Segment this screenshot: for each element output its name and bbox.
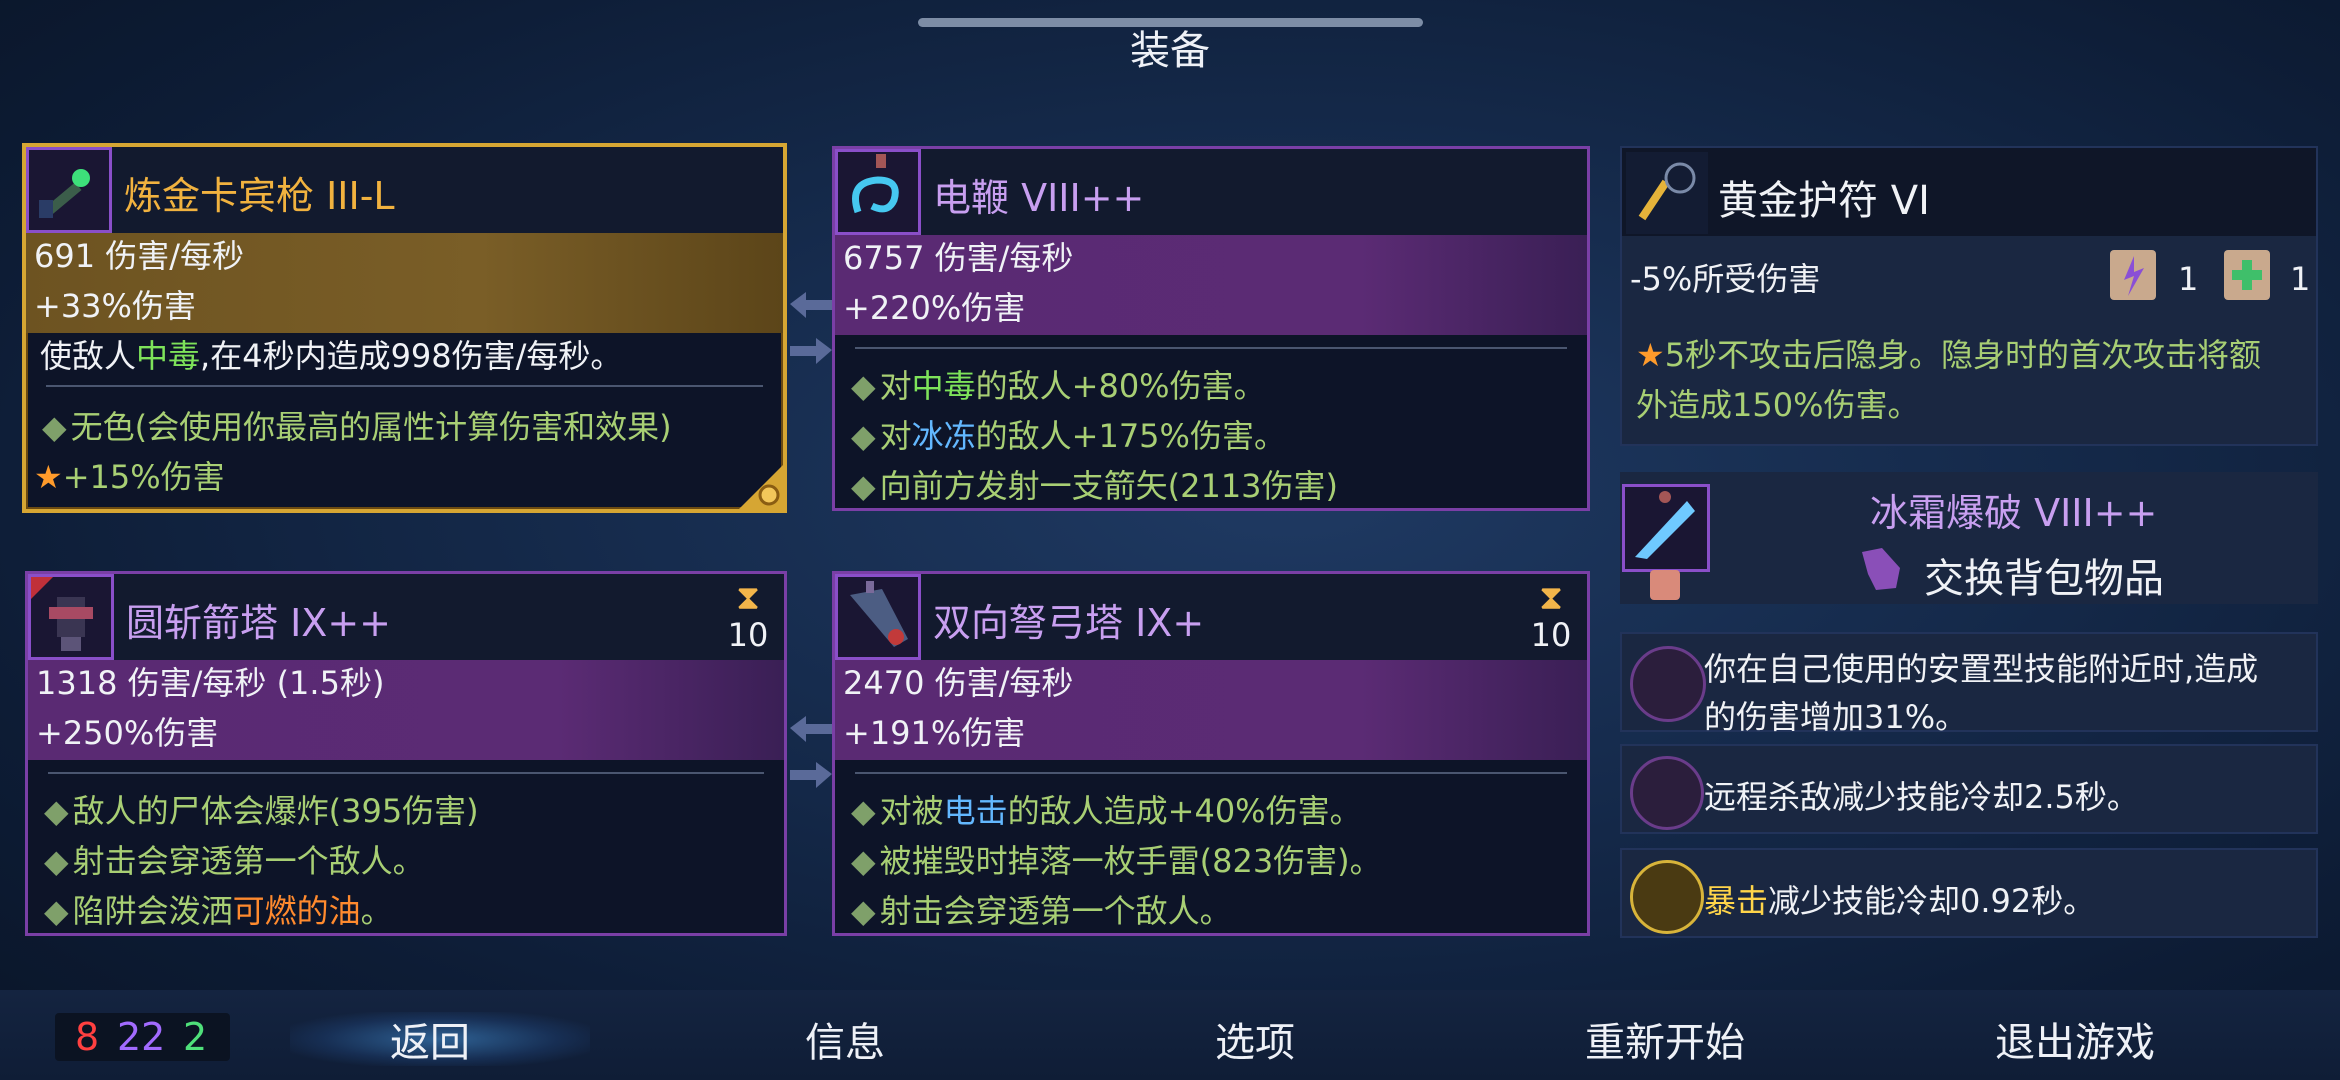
- mutation-slot-3[interactable]: 暴击减少技能冷却0.92秒。: [1620, 848, 2318, 938]
- diamond-icon: ◆: [44, 792, 69, 830]
- mutation-icon: [1630, 860, 1704, 934]
- star-icon: ★: [1636, 336, 1665, 374]
- mutation-icon: [1630, 646, 1706, 722]
- turret-icon: [28, 574, 114, 660]
- skill-card-right[interactable]: 双向弩弓塔 IX+ ⧗ 10 2470 伤害/每秒 +191%伤害 ◆ 对被电击的…: [832, 571, 1590, 936]
- cooldown-indicator: ⧗ 10: [718, 580, 778, 654]
- carbine-icon: [26, 147, 112, 233]
- affix-oil: ◆ 陷阱会泼洒可燃的油。: [44, 892, 393, 930]
- page-title: 装备: [1130, 28, 1210, 74]
- affix-corpse: ◆ 敌人的尸体会爆炸(395伤害): [44, 792, 479, 830]
- quit-button[interactable]: 退出游戏: [1945, 1010, 2205, 1068]
- skill-name: 圆斩箭塔 IX++: [126, 601, 391, 645]
- diamond-icon: ◆: [851, 367, 876, 405]
- divider: [855, 347, 1567, 349]
- damage-bonus: +220%伤害: [843, 289, 1026, 327]
- amulet-desc-line2: 外造成150%伤害。: [1636, 386, 1920, 424]
- divider: [48, 772, 764, 774]
- swap-backpack-button[interactable]: 交换背包物品: [1924, 546, 2164, 604]
- swap-weapons-arrows[interactable]: [788, 288, 834, 368]
- legendary-corner-ornament: [739, 465, 783, 509]
- backpack-icon: [1650, 570, 1680, 600]
- diamond-icon: ◆: [851, 417, 876, 455]
- affix-shock: ◆ 对被电击的敌人造成+40%伤害。: [851, 792, 1362, 830]
- options-button[interactable]: 选项: [1125, 1010, 1385, 1068]
- electric-whip-icon: [835, 149, 921, 235]
- weapon-card-primary[interactable]: 炼金卡宾枪 III-L 691 伤害/每秒 +33%伤害 使敌人中毒,在4秒内造…: [22, 143, 787, 513]
- affix-poison: ◆ 对中毒的敌人+80%伤害。: [851, 367, 1266, 405]
- weapon-card-secondary[interactable]: 电鞭 VIII++ 6757 伤害/每秒 +220%伤害 ◆ 对中毒的敌人+80%…: [832, 146, 1590, 511]
- scroll-counter: 8 22 2: [55, 1013, 230, 1061]
- brutality-count: 8: [75, 1015, 100, 1059]
- amulet-stat: -5%所受伤害: [1630, 260, 1821, 298]
- affix-colorless: ◆ 无色(会使用你最高的属性计算伤害和效果): [42, 408, 672, 446]
- backpack-item-name: 冰霜爆破 VIII++: [1870, 491, 2158, 535]
- mutation-text-line1: 你在自己使用的安置型技能附近时,造成: [1704, 650, 2259, 688]
- backpack-panel[interactable]: 冰霜爆破 VIII++ 交换背包物品: [1620, 472, 2318, 604]
- brutality-scroll-icon: [2104, 244, 2162, 304]
- info-button[interactable]: 信息: [715, 1010, 975, 1068]
- hourglass-icon: ⧗: [1539, 578, 1563, 618]
- amulet-name: 黄金护符 VI: [1718, 178, 1930, 224]
- diamond-icon: ◆: [42, 408, 67, 446]
- mutation-text: 远程杀敌减少技能冷却2.5秒。: [1704, 778, 2139, 816]
- tactics-count: 22: [117, 1015, 166, 1059]
- back-button[interactable]: 返回: [300, 1010, 560, 1068]
- hourglass-icon: ⧗: [736, 578, 760, 618]
- affix-grenade: ◆ 被摧毁时掉落一枚手雷(823伤害)。: [851, 842, 1382, 880]
- affix-legendary: ★+15%伤害: [34, 458, 225, 496]
- effect-text: 使敌人中毒,在4秒内造成998伤害/每秒。: [40, 337, 623, 375]
- survival-scroll-count: 1: [2290, 260, 2311, 298]
- affix-pierce: ◆ 射击会穿透第一个敌人。: [44, 842, 425, 880]
- damage-bonus: +191%伤害: [843, 714, 1026, 752]
- frost-blast-icon: [1622, 484, 1710, 572]
- dps-stat: 691 伤害/每秒: [34, 237, 245, 275]
- skill-name: 双向弩弓塔 IX+: [933, 601, 1205, 645]
- damage-bonus: +250%伤害: [36, 714, 219, 752]
- divider: [855, 772, 1567, 774]
- brutality-scroll-count: 1: [2178, 260, 2199, 298]
- amulet-desc-line1: ★5秒不攻击后隐身。隐身时的首次攻击将额: [1636, 336, 2262, 374]
- damage-bonus: +33%伤害: [34, 287, 196, 325]
- star-icon: ★: [34, 458, 63, 496]
- diamond-icon: ◆: [851, 842, 876, 880]
- mutation-slot-2[interactable]: 远程杀敌减少技能冷却2.5秒。: [1620, 744, 2318, 834]
- amulet-icon: [1626, 152, 1708, 234]
- weapon-name: 电鞭 VIII++: [933, 176, 1145, 220]
- mutation-slot-1[interactable]: 你在自己使用的安置型技能附近时,造成 的伤害增加31%。: [1620, 632, 2318, 736]
- cooldown-indicator: ⧗ 10: [1521, 580, 1581, 654]
- swap-skills-arrows[interactable]: [788, 712, 834, 792]
- weapon-name: 炼金卡宾枪 III-L: [124, 174, 395, 218]
- survival-count: 2: [183, 1015, 208, 1059]
- divider: [46, 385, 763, 387]
- dps-stat: 1318 伤害/每秒 (1.5秒): [36, 664, 385, 702]
- dps-stat: 6757 伤害/每秒: [843, 239, 1074, 277]
- mutation-text-line2: 的伤害增加31%。: [1704, 698, 1968, 736]
- cooldown-value: 10: [727, 616, 769, 654]
- crossbow-turret-icon: [835, 574, 921, 660]
- diamond-icon: ◆: [851, 467, 876, 505]
- skill-card-left[interactable]: 圆斩箭塔 IX++ ⧗ 10 1318 伤害/每秒 (1.5秒) +250%伤害…: [25, 571, 787, 936]
- cooldown-value: 10: [1530, 616, 1572, 654]
- diamond-icon: ◆: [44, 842, 69, 880]
- mutation-text: 暴击减少技能冷却0.92秒。: [1704, 882, 2096, 920]
- affix-frozen: ◆ 对冰冻的敌人+175%伤害。: [851, 417, 1286, 455]
- mutation-icon: [1630, 756, 1704, 830]
- dps-stat: 2470 伤害/每秒: [843, 664, 1074, 702]
- affix-pierce: ◆ 射击会穿透第一个敌人。: [851, 892, 1232, 930]
- amulet-panel[interactable]: 黄金护符 VI -5%所受伤害 1 1 ★5秒不攻击后隐身。隐身时的首次攻击将额…: [1620, 146, 2318, 446]
- survival-scroll-icon: [2218, 244, 2276, 304]
- restart-button[interactable]: 重新开始: [1535, 1010, 1795, 1068]
- diamond-icon: ◆: [851, 892, 876, 930]
- affix-arrow: ◆ 向前方发射一支箭矢(2113伤害): [851, 467, 1339, 505]
- diamond-icon: ◆: [44, 892, 69, 930]
- hand-icon: [1856, 544, 1906, 594]
- diamond-icon: ◆: [851, 792, 876, 830]
